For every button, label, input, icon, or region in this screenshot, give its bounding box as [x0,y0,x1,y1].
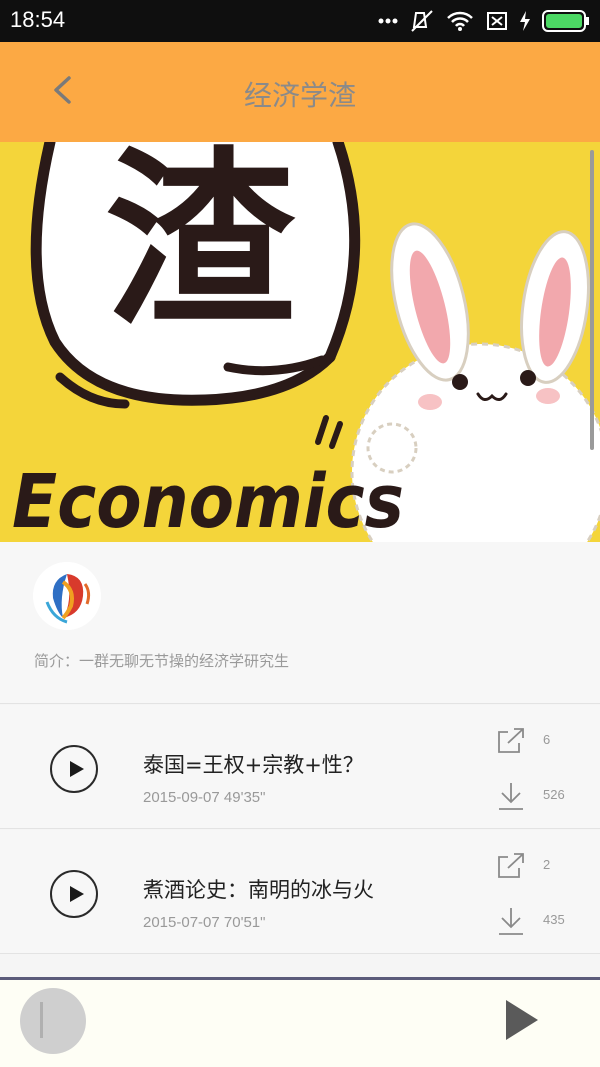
now-playing-cover[interactable] [20,988,86,1054]
dots-icon [378,18,398,24]
phoenix-logo [33,562,101,630]
play-icon [70,886,84,902]
list-item[interactable]: 煮酒论史：南明的冰与火 2015-07-07 70'51" 2 435 [0,830,600,954]
battery-icon [542,10,590,32]
mini-player [0,977,600,1067]
podcast-banner: 渣 Economics [0,142,600,542]
play-icon [70,761,84,777]
status-bar: 18:54 [0,0,600,42]
podcast-profile: 简介：一群无聊无节操的经济学研究生 [0,542,600,704]
wifi-icon [446,10,474,32]
episode-title: 泰国=王权+宗教+性？ [143,753,364,777]
player-play-button[interactable] [506,1000,540,1040]
download-button[interactable] [496,906,526,936]
status-time: 18:54 [10,7,66,32]
banner-word: Economics [12,459,404,542]
share-count: 6 [543,732,551,747]
episode-play-button[interactable] [50,870,98,918]
share-icon [498,853,524,878]
share-count: 2 [543,857,551,872]
status-icons [378,8,590,34]
episode-date: 2015-07-07 [143,914,220,931]
mute-icon [410,9,434,33]
disc-icon [40,1002,64,1038]
banner-illustration: 渣 Economics [0,142,600,542]
charging-icon [520,11,530,31]
episode-meta: 2015-09-07 49'35" [143,789,265,806]
episode-duration: 49'35" [223,789,266,806]
episode-date: 2015-09-07 [143,789,220,806]
list-item[interactable]: 泰国=王权+宗教+性？ 2015-09-07 49'35" 6 526 [0,705,600,829]
download-icon [499,783,523,810]
download-icon [499,908,523,935]
page-title: 经济学渣 [243,79,356,112]
app-bar: 经济学渣 [0,42,600,142]
podcast-intro: 简介：一群无聊无节操的经济学研究生 [34,652,290,670]
share-button[interactable] [496,727,526,755]
episode-title: 煮酒论史：南明的冰与火 [143,878,374,902]
banner-logo-char: 渣 [105,142,296,352]
no-sim-icon [486,11,508,31]
download-count: 526 [543,787,565,802]
banner-scrollbar[interactable] [590,150,594,450]
download-count: 435 [543,912,565,927]
avatar[interactable] [33,562,101,630]
download-button[interactable] [496,781,526,811]
episode-duration: 70'51" [223,914,266,931]
episode-play-button[interactable] [50,745,98,793]
play-icon [506,1000,538,1040]
episode-meta: 2015-07-07 70'51" [143,914,265,931]
share-icon [498,728,524,753]
share-button[interactable] [496,852,526,880]
